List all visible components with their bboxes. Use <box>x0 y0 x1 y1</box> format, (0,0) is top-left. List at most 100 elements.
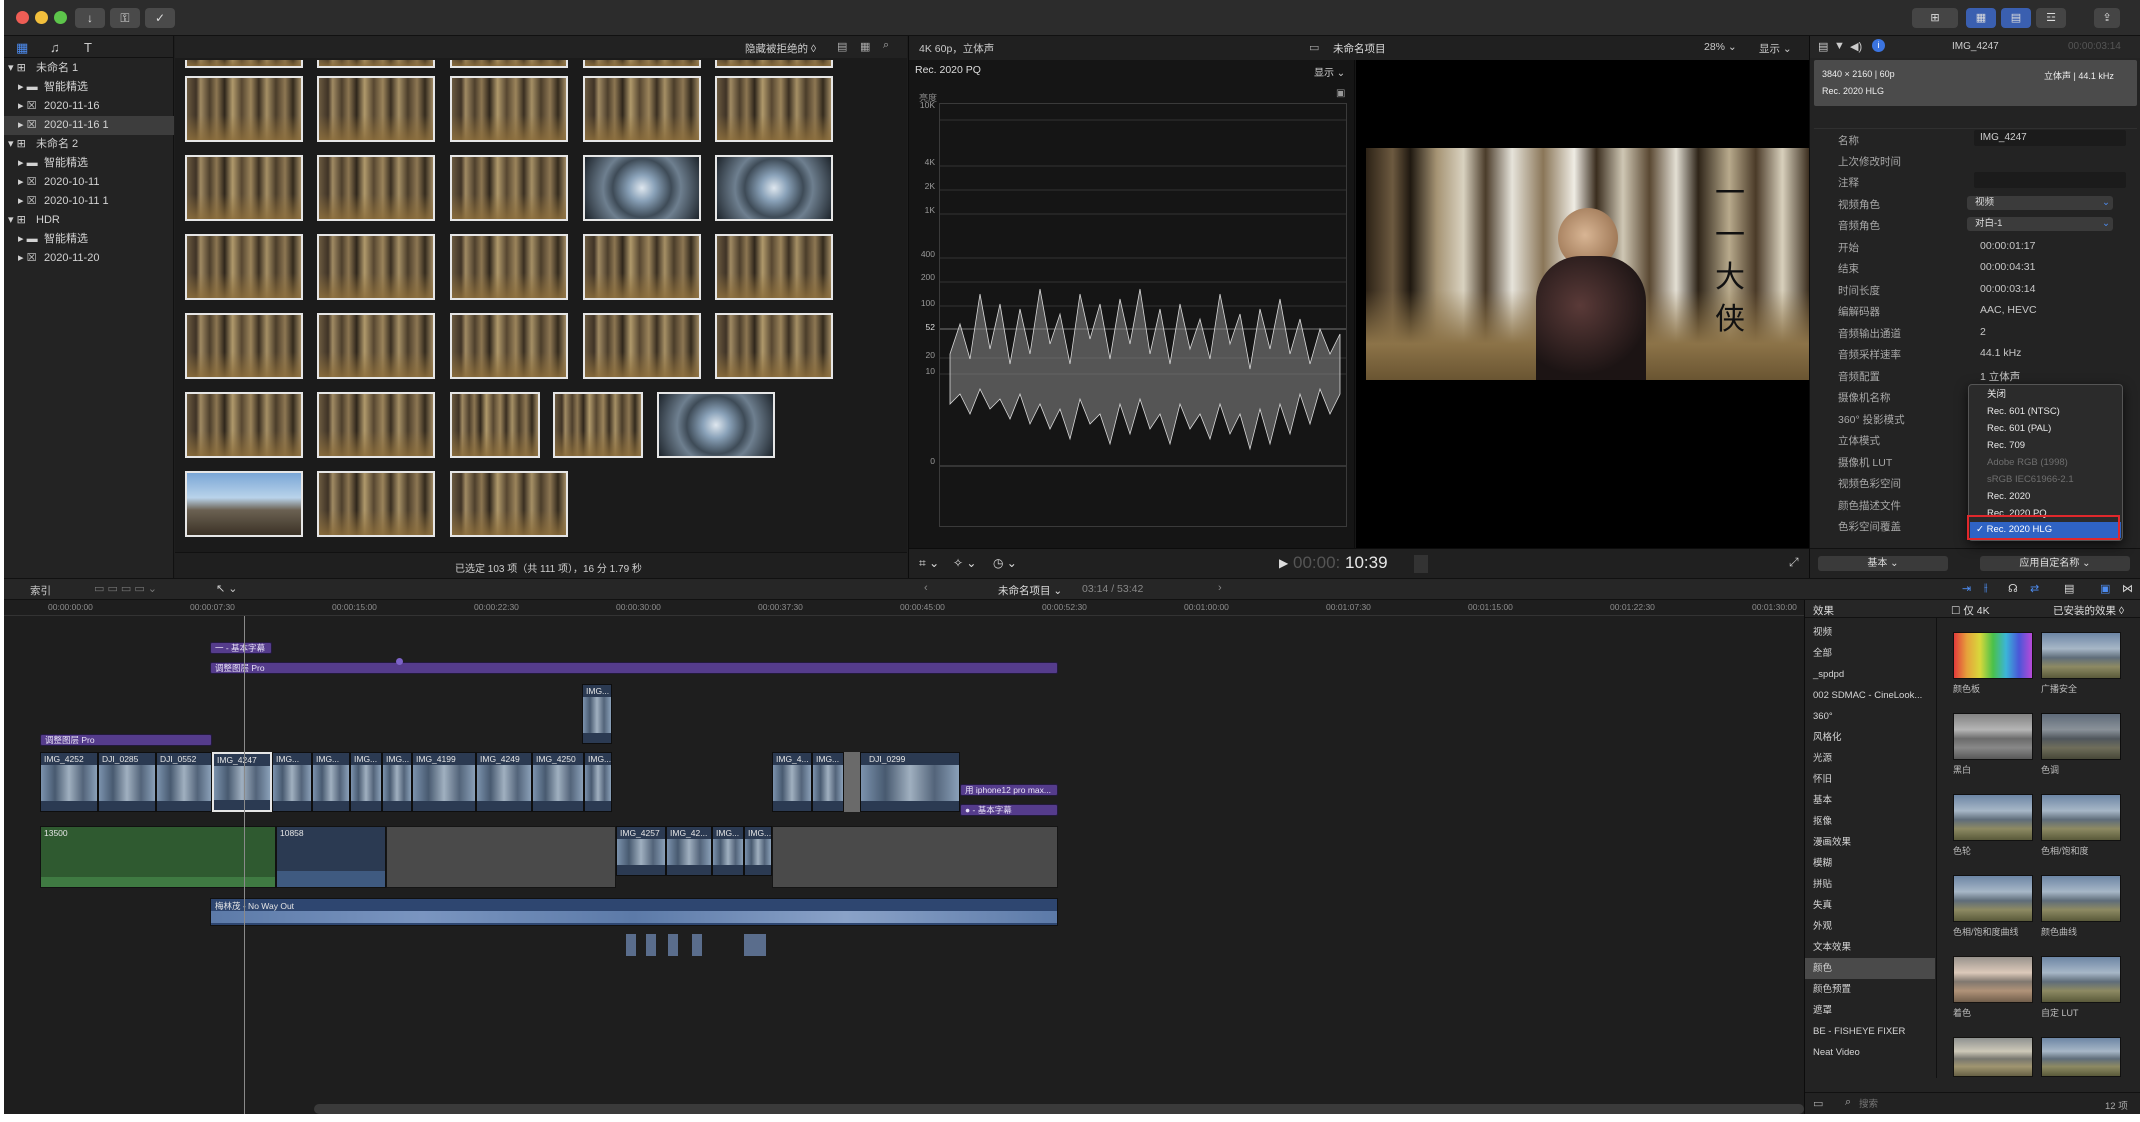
effects-search-input[interactable] <box>1859 1096 2059 1112</box>
photos-audio-icon[interactable]: ♫ <box>50 40 60 55</box>
clip-thumbnail[interactable] <box>185 234 303 300</box>
menu-item-rec2020[interactable]: Rec. 2020 <box>1970 489 2121 505</box>
enhance-icon[interactable]: ✧ ⌄ <box>953 556 976 570</box>
audio-skimming-icon[interactable]: ⫲ <box>1984 582 1988 595</box>
clip-thumbnail[interactable] <box>553 392 643 458</box>
clip-thumbnail[interactable] <box>185 60 303 68</box>
timeline-clip[interactable]: IMG_4249 <box>476 752 532 812</box>
effect-thumbnail[interactable] <box>2041 956 2121 1003</box>
only-4k-checkbox[interactable]: ☐ 仅 4K <box>1951 603 1990 618</box>
effect-thumbnail[interactable] <box>1953 956 2033 1003</box>
connected-title-clip[interactable]: ● - 基本字幕 <box>960 804 1058 816</box>
menu-item-off[interactable]: 关闭 <box>1970 387 2121 403</box>
clip-thumbnail[interactable] <box>317 234 435 300</box>
effects-category[interactable]: 漫画效果 <box>1805 832 1935 853</box>
clip-appearance-icon[interactable]: ▤ <box>2064 582 2074 595</box>
effects-category[interactable]: 失真 <box>1805 895 1935 916</box>
clip-thumbnail[interactable] <box>583 234 701 300</box>
effects-category[interactable]: 视频 <box>1805 622 1935 643</box>
clip-thumbnail[interactable] <box>715 313 833 379</box>
timeline-clip[interactable]: IMG... <box>744 826 772 876</box>
audio-inspector-icon[interactable]: ◀) <box>1850 40 1862 53</box>
filmstrip-icon[interactable]: ▦ <box>860 40 870 53</box>
timeline-clip-selected[interactable]: IMG_4247 <box>212 752 272 812</box>
effects-category[interactable]: _spdpd <box>1805 664 1935 685</box>
timeline-clip[interactable]: DJI_0552 <box>156 752 212 812</box>
effects-category[interactable]: 360° <box>1805 706 1935 727</box>
clip-thumbnail[interactable] <box>715 76 833 142</box>
gap-clip[interactable] <box>772 826 1058 888</box>
timeline-ruler[interactable]: 00:00:00:00 00:00:07:30 00:00:15:00 00:0… <box>4 600 1804 616</box>
effect-thumbnail[interactable] <box>1953 713 2033 760</box>
name-field[interactable]: IMG_4247 <box>1974 130 2126 146</box>
clip-thumbnail[interactable] <box>185 155 303 221</box>
speed-icon[interactable]: ◷ ⌄ <box>993 556 1017 570</box>
audio-fragment[interactable] <box>744 934 766 956</box>
clip-thumbnail[interactable] <box>715 60 833 68</box>
effects-category[interactable]: 外观 <box>1805 916 1935 937</box>
clip-thumbnail[interactable] <box>450 471 568 537</box>
info-inspector-icon[interactable]: i <box>1872 39 1885 52</box>
snapping-icon[interactable]: ⇄ <box>2030 582 2039 595</box>
library-item[interactable]: ▸ ☒ 2020-11-20 <box>4 249 174 268</box>
keyframe-marker[interactable] <box>396 658 403 665</box>
show-timeline-button[interactable]: ▤ <box>2001 8 2031 28</box>
effect-thumbnail[interactable] <box>1953 1037 2033 1077</box>
timeline-clip[interactable]: IMG... <box>312 752 350 812</box>
effects-category[interactable]: 抠像 <box>1805 811 1935 832</box>
scope-settings-icon[interactable]: ▣ <box>1336 88 1345 99</box>
share-button[interactable]: ⇪ <box>2094 8 2120 28</box>
clip-thumbnail[interactable] <box>317 471 435 537</box>
fullscreen-icon[interactable]: ⤢ <box>1789 555 1799 570</box>
select-tool-icon[interactable]: ↖ ⌄ <box>216 582 238 595</box>
effects-category[interactable]: BE - FISHEYE FIXER <box>1805 1021 1935 1042</box>
clip-thumbnail[interactable] <box>450 313 568 379</box>
skimming-icon[interactable]: ⇥ <box>1962 582 1971 595</box>
effect-thumbnail[interactable] <box>2041 1037 2121 1077</box>
keyword-button[interactable]: ⚿ <box>110 8 140 28</box>
timeline-scrollbar[interactable] <box>314 1104 1804 1114</box>
minimize-window-button[interactable] <box>35 11 48 24</box>
timeline-clip[interactable]: IMG_4199 <box>412 752 476 812</box>
timeline-clip[interactable]: IMG_4257 <box>616 826 666 876</box>
effects-category[interactable]: 光源 <box>1805 748 1935 769</box>
show-inspector-button[interactable]: ☲ <box>2036 8 2066 28</box>
effects-category[interactable]: 全部 <box>1805 643 1935 664</box>
connected-title-clip[interactable]: 用 iphone12 pro max... <box>960 784 1058 796</box>
edit-tools-icon[interactable]: ▭ ▭ ▭ ▭ ⌄ <box>94 582 157 595</box>
effect-thumbnail[interactable] <box>1953 794 2033 841</box>
effects-category[interactable]: 遮罩 <box>1805 1000 1935 1021</box>
clip-thumbnail[interactable] <box>317 76 435 142</box>
effects-category[interactable]: 风格化 <box>1805 727 1935 748</box>
adjustment-layer-clip[interactable]: 调整图层 Pro <box>40 734 212 746</box>
installed-effects-popup[interactable]: 已安装的效果 ◊ <box>2053 603 2124 618</box>
color-inspector-icon[interactable]: ▼ <box>1834 40 1845 52</box>
clip-thumbnail[interactable] <box>715 155 833 221</box>
clip-thumbnail[interactable] <box>317 313 435 379</box>
search-icon[interactable]: ⌕ <box>883 39 889 52</box>
library-item[interactable]: ▾ ⊞ 未命名 2 <box>4 135 174 154</box>
library-item[interactable]: ▾ ⊞ 未命名 1 <box>4 59 174 78</box>
clip-thumbnail[interactable] <box>185 76 303 142</box>
adjustment-layer-clip[interactable]: 调整图层 Pro <box>210 662 1058 674</box>
timeline-clip[interactable]: DJI_0285 <box>98 752 156 812</box>
library-item[interactable]: ▸ ☒ 2020-10-11 1 <box>4 192 174 211</box>
history-back-icon[interactable]: ‹ <box>924 582 928 594</box>
clip-appearance-icon[interactable]: ▤ <box>837 40 847 53</box>
timeline-clip[interactable]: IMG_4250 <box>532 752 584 812</box>
timeline-clip[interactable]: DJI_0299 <box>860 752 960 812</box>
timeline-clip[interactable]: IMG... <box>350 752 382 812</box>
scope-display-popup[interactable]: 显示 ⌄ <box>1314 64 1345 79</box>
clip-thumbnail[interactable] <box>450 392 540 458</box>
effects-category[interactable]: 拼贴 <box>1805 874 1935 895</box>
clip-thumbnail[interactable] <box>583 155 701 221</box>
video-clip[interactable]: 10858 <box>276 826 386 888</box>
effect-thumbnail[interactable] <box>1953 632 2033 679</box>
audio-clip[interactable]: 13500 <box>40 826 276 888</box>
notes-field[interactable] <box>1974 172 2126 188</box>
menu-item-rec709[interactable]: Rec. 709 <box>1970 438 2121 454</box>
effect-thumbnail[interactable] <box>2041 713 2121 760</box>
effect-thumbnail[interactable] <box>2041 794 2121 841</box>
effects-category-selected[interactable]: 颜色 <box>1805 958 1935 979</box>
video-role-popup[interactable]: 视频 ⌄ <box>1967 196 2113 210</box>
